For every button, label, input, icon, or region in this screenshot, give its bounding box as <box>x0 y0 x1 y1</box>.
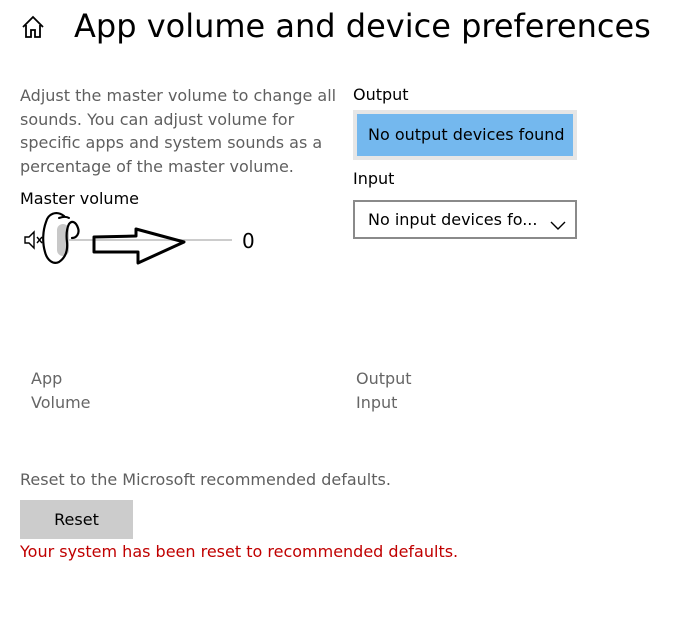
home-icon[interactable] <box>20 14 46 40</box>
output-device-dropdown[interactable]: No output devices found <box>353 110 577 160</box>
description-text: Adjust the master volume to change all s… <box>20 86 337 176</box>
speaker-muted-icon[interactable] <box>22 227 48 253</box>
device-header-line1: Output <box>356 369 412 388</box>
input-device-selected: No input devices fo... <box>368 210 538 229</box>
reset-description: Reset to the Microsoft recommended defau… <box>20 470 391 489</box>
master-volume-slider-thumb[interactable] <box>57 224 69 256</box>
page-title: App volume and device preferences <box>74 7 651 45</box>
master-volume-slider-track[interactable] <box>60 239 232 241</box>
app-volume-header: App Volume <box>31 367 91 415</box>
output-label: Output <box>353 85 409 104</box>
reset-button[interactable]: Reset <box>20 500 133 539</box>
app-header-line1: App <box>31 369 63 388</box>
input-device-dropdown[interactable]: No input devices fo... <box>353 200 577 239</box>
master-volume-value: 0 <box>242 229 255 253</box>
output-input-header: Output Input <box>356 367 412 415</box>
reset-confirmation-message: Your system has been reset to recommende… <box>20 542 459 561</box>
master-volume-label: Master volume <box>20 189 139 208</box>
chevron-down-icon <box>550 211 566 230</box>
input-label: Input <box>353 169 395 188</box>
app-header-line2: Volume <box>31 393 91 412</box>
output-device-selected: No output devices found <box>357 114 573 156</box>
device-header-line2: Input <box>356 393 398 412</box>
